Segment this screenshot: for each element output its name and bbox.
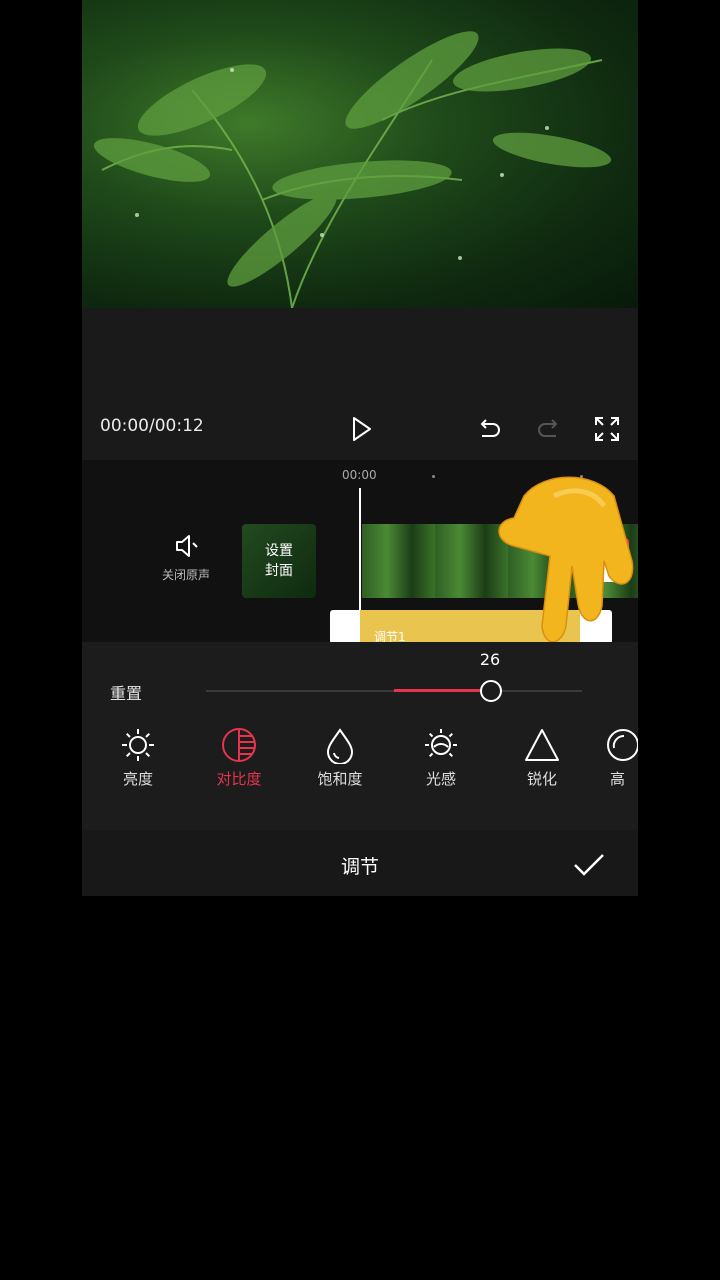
- tool-label: 饱和度: [317, 770, 363, 788]
- tool-brightness[interactable]: 亮度: [102, 726, 174, 789]
- tool-contrast[interactable]: 对比度: [203, 726, 275, 789]
- droplet-icon: [326, 728, 354, 764]
- triangle-icon: [525, 729, 559, 761]
- tool-label: 锐化: [526, 770, 557, 788]
- play-button[interactable]: [346, 414, 376, 444]
- tool-sharpen[interactable]: 锐化: [506, 726, 578, 789]
- set-cover-button[interactable]: 设置 封面: [242, 524, 316, 598]
- panel-title: 调节: [340, 856, 379, 878]
- undo-icon: [480, 419, 500, 437]
- cover-label: 设置 封面: [265, 543, 293, 579]
- reset-button[interactable]: 重置: [110, 680, 142, 704]
- undo-button[interactable]: [474, 414, 504, 444]
- ruler-tick: [432, 475, 435, 478]
- mute-original-audio-button[interactable]: 关闭原声: [154, 532, 218, 583]
- tool-label: 对比度: [216, 770, 262, 788]
- redo-button[interactable]: [534, 414, 564, 444]
- preview-letterbox: [82, 308, 638, 408]
- slider-fill: [394, 689, 490, 692]
- fullscreen-button[interactable]: [592, 414, 622, 444]
- ruler-time: 00:00: [342, 468, 377, 482]
- slider-value: 26: [479, 650, 501, 669]
- redo-icon: [538, 419, 558, 437]
- playback-time: 00:00/00:12: [100, 416, 204, 436]
- highlight-icon: [607, 729, 638, 761]
- tool-label: 亮度: [122, 770, 153, 788]
- speaker-icon: [176, 535, 198, 557]
- contrast-icon: [222, 728, 256, 762]
- fullscreen-icon: [595, 417, 619, 441]
- adjust-tools: 亮度 对比度 饱和度 光感 锐化 高: [82, 726, 638, 796]
- app-screen: 00:00/00:12 00:00 关闭原声 设置 封面 调节1 26 重置 亮…: [82, 0, 638, 896]
- adjust-panel: 26 重置 亮度 对比度 饱和度 光感 锐化 高: [82, 642, 638, 830]
- slider-knob[interactable]: [480, 680, 502, 702]
- tool-highlight[interactable]: 高: [602, 726, 638, 789]
- fern-image: [93, 31, 612, 308]
- pointing-hand-icon: [498, 476, 634, 643]
- tool-label: 光感: [425, 770, 456, 788]
- sun-icon: [122, 729, 154, 761]
- tool-light-sensitivity[interactable]: 光感: [405, 726, 477, 789]
- mute-label: 关闭原声: [161, 568, 210, 582]
- confirm-button[interactable]: [572, 850, 606, 880]
- video-preview[interactable]: [82, 0, 638, 308]
- play-icon: [353, 417, 371, 441]
- tool-saturation[interactable]: 饱和度: [304, 726, 376, 789]
- light-sensitivity-icon: [425, 729, 457, 758]
- footer-bar: 调节: [82, 830, 638, 896]
- tool-label: 高: [610, 770, 626, 788]
- checkmark-icon: [574, 854, 604, 876]
